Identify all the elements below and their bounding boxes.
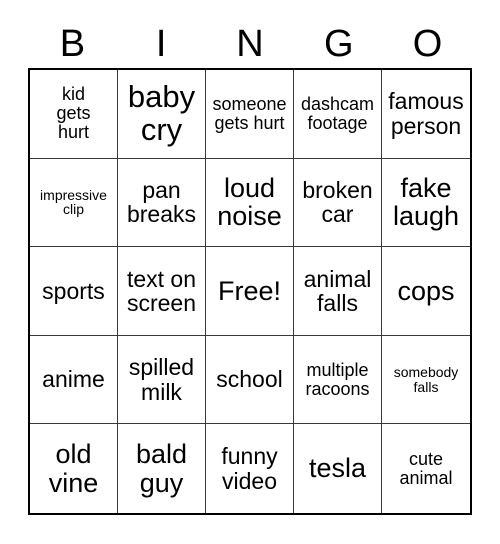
bingo-cell-r1c1[interactable]: kid gets hurt bbox=[30, 70, 118, 159]
bingo-cell-r2c3[interactable]: loud noise bbox=[206, 158, 294, 248]
bingo-cell-r3c1[interactable]: sports bbox=[30, 247, 118, 336]
bingo-cell-r1c4[interactable]: dashcam footage bbox=[294, 70, 382, 159]
bingo-cell-label: multiple racoons bbox=[305, 359, 370, 399]
bingo-cell-label: baby cry bbox=[127, 78, 196, 147]
bingo-cell-r3c5[interactable]: cops bbox=[382, 247, 470, 336]
bingo-cell-label: famous person bbox=[388, 88, 464, 139]
bingo-cell-r1c3[interactable]: someone gets hurt bbox=[206, 70, 294, 159]
bingo-cell-label: cops bbox=[397, 275, 455, 306]
bingo-cell-r4c4[interactable]: multiple racoons bbox=[294, 335, 382, 425]
bingo-cell-label: loud noise bbox=[217, 172, 282, 232]
bingo-header: B I N G O bbox=[28, 20, 472, 68]
bingo-grid: kid gets hurt baby cry someone gets hurt da… bbox=[28, 68, 472, 515]
bingo-cell-label: kid gets hurt bbox=[56, 84, 91, 143]
bingo-cell-r5c5[interactable]: cute animal bbox=[382, 424, 470, 513]
bingo-cell-r3c3[interactable]: Free! bbox=[206, 247, 294, 336]
bingo-cell-r2c4[interactable]: broken car bbox=[294, 158, 382, 248]
bingo-cell-label: dashcam footage bbox=[300, 93, 375, 133]
bingo-cell-r1c2[interactable]: baby cry bbox=[118, 70, 206, 159]
bingo-cell-label: pan breaks bbox=[126, 177, 197, 228]
header-letter-b: B bbox=[59, 23, 86, 65]
bingo-cell-label: old vine bbox=[48, 439, 99, 498]
bingo-cell-label: fake laugh bbox=[392, 172, 460, 232]
bingo-cell-r2c5[interactable]: fake laugh bbox=[382, 158, 470, 248]
bingo-cell-label: impressive clip bbox=[40, 186, 107, 218]
bingo-cell-label: Free! bbox=[217, 275, 282, 306]
bingo-cell-r4c5[interactable]: somebody falls bbox=[382, 335, 470, 425]
bingo-cell-label: somebody falls bbox=[393, 363, 459, 395]
bingo-cell-label: sports bbox=[42, 277, 105, 304]
bingo-cell-label: tesla bbox=[308, 453, 367, 484]
bingo-cell-label: spilled milk bbox=[128, 354, 195, 405]
bingo-cell-r5c2[interactable]: bald guy bbox=[118, 424, 206, 513]
bingo-cell-label: someone gets hurt bbox=[212, 93, 287, 133]
bingo-cell-label: school bbox=[216, 366, 283, 393]
header-letter-o: O bbox=[412, 23, 443, 65]
bingo-cell-r5c3[interactable]: funny video bbox=[206, 424, 294, 513]
bingo-cell-r2c1[interactable]: impressive clip bbox=[30, 158, 118, 248]
bingo-cell-r5c1[interactable]: old vine bbox=[30, 424, 118, 513]
bingo-cell-label: bald guy bbox=[135, 439, 188, 498]
bingo-cell-label: text on screen bbox=[126, 265, 197, 316]
bingo-cell-label: animal falls bbox=[303, 265, 372, 316]
bingo-cell-label: cute animal bbox=[399, 448, 453, 488]
bingo-cell-r1c5[interactable]: famous person bbox=[382, 70, 470, 159]
header-letter-i: I bbox=[155, 23, 167, 65]
header-letter-n: N bbox=[236, 23, 264, 65]
header-letter-g: G bbox=[324, 23, 354, 65]
bingo-card: B I N G O kid gets hurt baby cry someone g… bbox=[0, 0, 500, 544]
bingo-cell-label: anime bbox=[42, 366, 105, 393]
bingo-cell-r2c2[interactable]: pan breaks bbox=[118, 158, 206, 248]
bingo-cell-label: broken car bbox=[302, 177, 373, 228]
bingo-cell-r5c4[interactable]: tesla bbox=[294, 424, 382, 513]
bingo-cell-r3c2[interactable]: text on screen bbox=[118, 247, 206, 336]
bingo-cell-r4c2[interactable]: spilled milk bbox=[118, 335, 206, 425]
bingo-cell-r4c1[interactable]: anime bbox=[30, 335, 118, 425]
bingo-cell-label: funny video bbox=[221, 443, 278, 494]
bingo-cell-r3c4[interactable]: animal falls bbox=[294, 247, 382, 336]
bingo-cell-r4c3[interactable]: school bbox=[206, 335, 294, 425]
